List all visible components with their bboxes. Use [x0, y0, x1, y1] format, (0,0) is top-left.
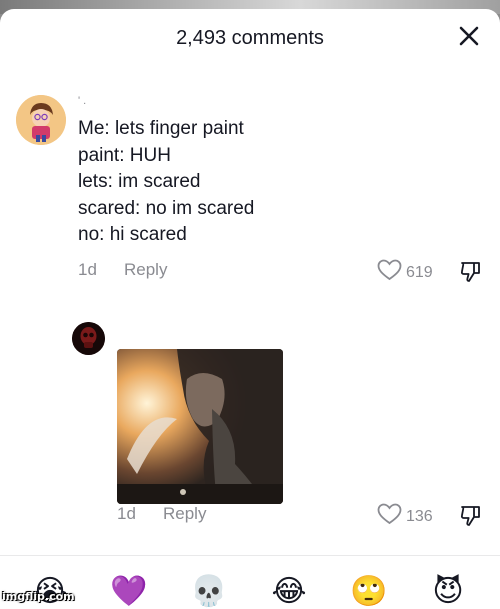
like-button[interactable]: 136	[377, 503, 433, 530]
like-count: 619	[406, 263, 433, 281]
like-count: 136	[406, 507, 433, 525]
comment-line: Me: lets finger paint	[78, 118, 244, 139]
thumbs-down-icon[interactable]	[459, 504, 483, 533]
comment-line: scared: no im scared	[78, 197, 255, 219]
comments-count-title: 2,493 comments	[176, 27, 324, 49]
comment-text: Me: lets finger paint paint: HUH lets: i…	[78, 116, 254, 249]
like-button[interactable]: 619	[377, 259, 433, 286]
reply-button[interactable]: Reply	[124, 260, 167, 280]
emoji-quick-bar: 😭 💜 💀 😂 🙄 😈	[0, 556, 500, 609]
comment-age: 1d	[78, 260, 97, 279]
close-icon[interactable]	[458, 25, 480, 47]
heart-outline-icon	[377, 503, 402, 530]
emoji-smiling-devil[interactable]: 😈	[428, 574, 468, 609]
reply-avatar[interactable]	[72, 322, 105, 355]
emoji-joy[interactable]: 😂	[269, 574, 309, 609]
comment-line: lets: im scared	[78, 171, 201, 192]
emoji-skull[interactable]: 💀	[189, 574, 229, 609]
comments-sheet: 2,493 comments ' . Me: lets finger paint…	[0, 9, 500, 609]
reply-image[interactable]	[117, 349, 283, 504]
emoji-purple-heart[interactable]: 💜	[109, 574, 149, 609]
reply-button[interactable]: Reply	[163, 504, 206, 524]
comment-line: no: hi scared	[78, 224, 187, 245]
comment-line: paint: HUH	[78, 144, 171, 166]
commenter-username[interactable]: ' .	[78, 95, 86, 107]
commenter-avatar[interactable]	[16, 95, 66, 145]
reply-age: 1d	[117, 504, 136, 523]
emoji-eye-roll[interactable]: 🙄	[349, 574, 389, 609]
imgflip-watermark: imgflip.com	[2, 590, 75, 603]
heart-outline-icon	[377, 259, 402, 286]
thumbs-down-icon[interactable]	[459, 260, 483, 289]
